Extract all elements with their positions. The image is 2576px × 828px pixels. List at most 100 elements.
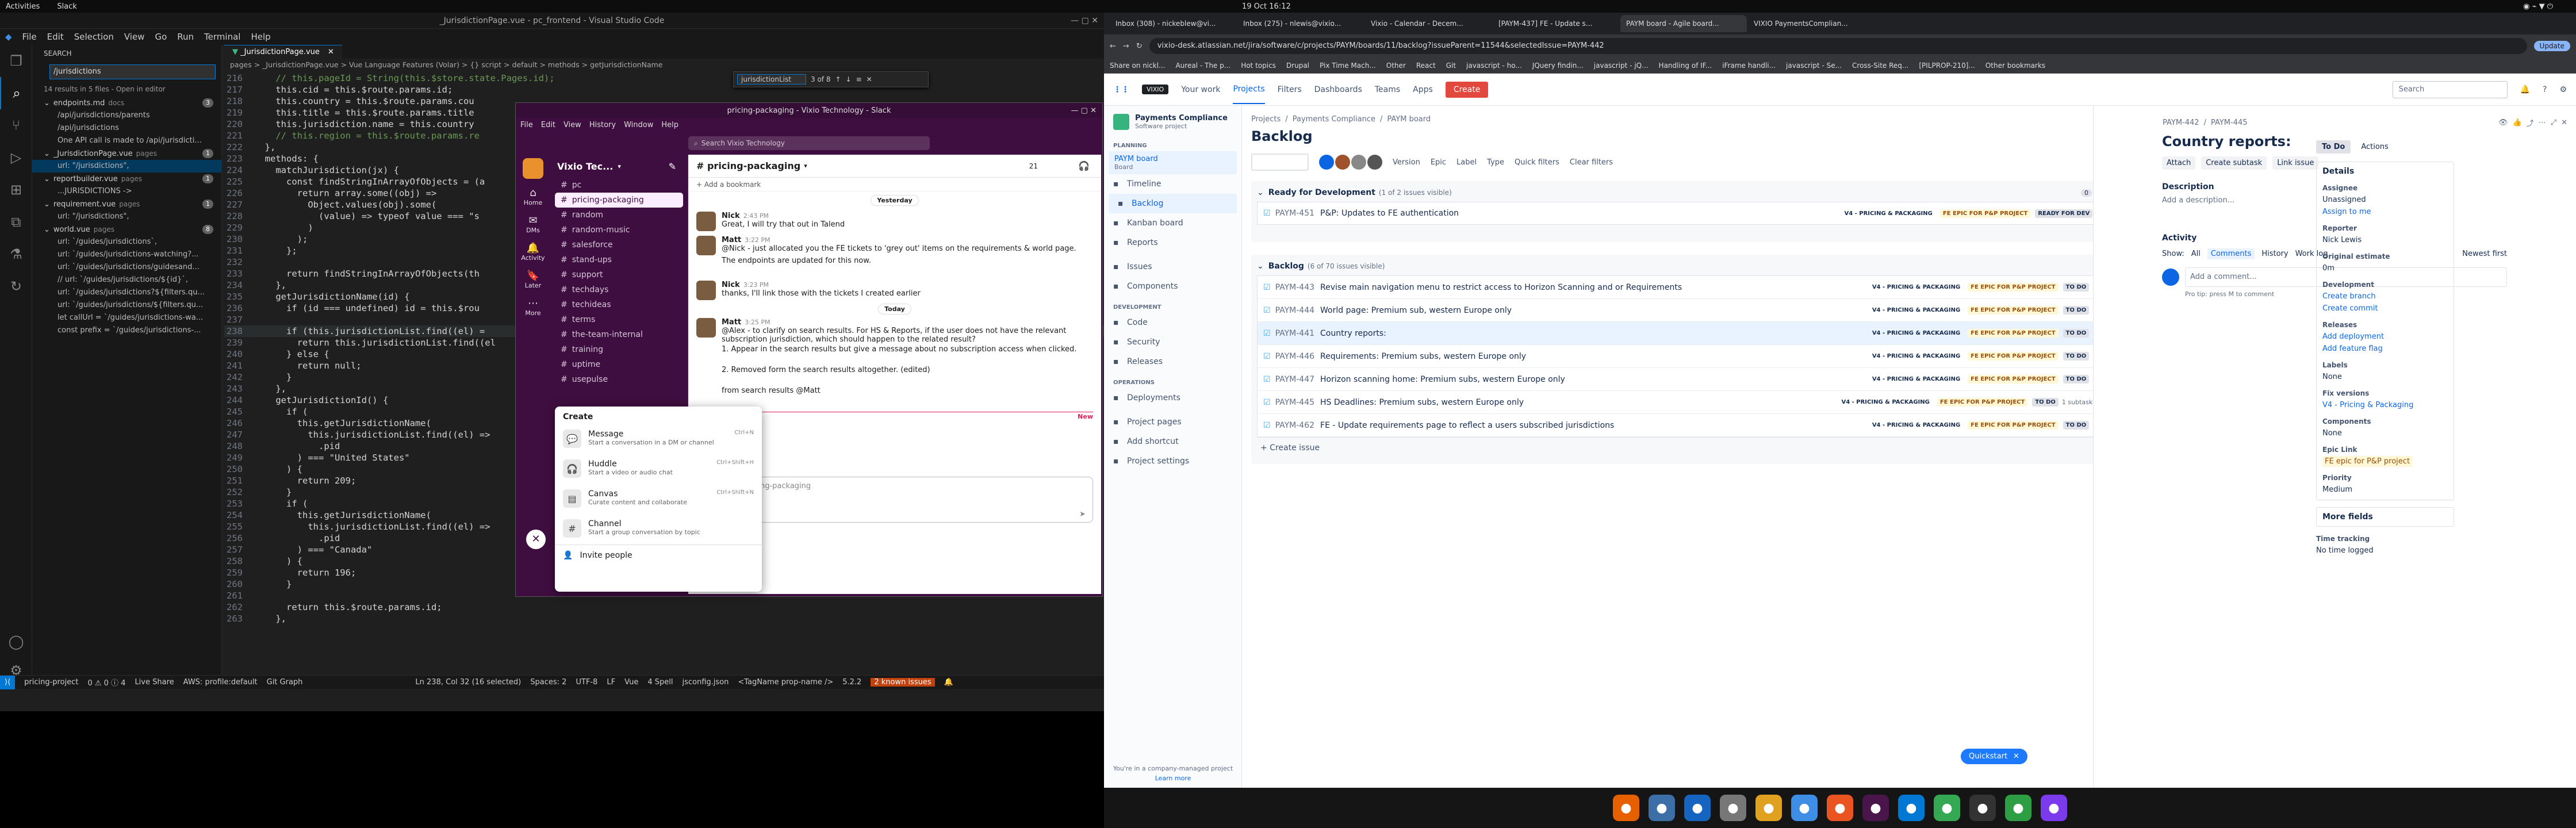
- find-close-icon[interactable]: ✕: [867, 75, 872, 83]
- menu-edit[interactable]: Edit: [42, 32, 69, 42]
- vscode-icon[interactable]: ●: [1898, 795, 1925, 821]
- bookmark-item[interactable]: Share on nickl...: [1110, 62, 1165, 70]
- issue-row[interactable]: ☑ PAYM-462 FE - Update requirements page t…: [1258, 414, 2130, 437]
- find-prev-icon[interactable]: ↑: [835, 75, 841, 83]
- bookmark-item[interactable]: Cross-Site Req...: [1852, 62, 1908, 70]
- find-next-icon[interactable]: ↓: [846, 75, 852, 83]
- browser-tab[interactable]: Inbox (308) - nickeblew@vi...: [1110, 15, 1236, 32]
- result-match[interactable]: url: "/jurisdictions",: [32, 210, 221, 223]
- bookmark-item[interactable]: Other: [1386, 62, 1406, 70]
- compose-icon[interactable]: ✎: [669, 161, 676, 172]
- backlog-search-input[interactable]: [1251, 154, 1309, 171]
- close-create-menu-icon[interactable]: ✕: [526, 530, 546, 549]
- epic-lozenge[interactable]: V4 - PRICING & PACKAGING: [1841, 209, 1935, 218]
- obsidian-icon[interactable]: ●: [2041, 795, 2067, 821]
- epic-lozenge[interactable]: FE EPIC FOR P&P PROJECT: [1968, 421, 2058, 430]
- ts-version[interactable]: 5.2.2: [842, 678, 861, 687]
- bookmark-item[interactable]: Handling of IF...: [1659, 62, 1712, 70]
- issue-key[interactable]: PAYM-447: [1275, 375, 1314, 384]
- avatar[interactable]: [696, 366, 716, 385]
- epic-lozenge[interactable]: V4 - PRICING & PACKAGING: [1869, 421, 1963, 430]
- issue-row[interactable]: ☑ PAYM-441 Country reports: V4 - PRICING & …: [1258, 322, 2130, 345]
- tab-jurisdiction-page[interactable]: ▼ _JurisdictionPage.vue ✕: [224, 45, 342, 59]
- message-time[interactable]: 3:25 PM: [745, 319, 770, 326]
- sidebar-item-backlog[interactable]: ▪ Backlog: [1109, 194, 1237, 213]
- issue-row[interactable]: ☑ PAYM-447 Horizon scanning home: Premium …: [1258, 368, 2130, 391]
- filter-quick-filters[interactable]: Quick filters: [1515, 158, 1559, 167]
- slack-menu-view[interactable]: View: [564, 121, 581, 129]
- result-file[interactable]: ⌄ reportbuilder.vue pages 1: [32, 172, 221, 185]
- channel-name[interactable]: # pricing-packaging: [696, 160, 800, 171]
- slack-window-controls[interactable]: — ▢ ✕: [1071, 106, 1097, 115]
- menu-terminal[interactable]: Terminal: [199, 32, 246, 42]
- nav-dashboards[interactable]: Dashboards: [1314, 85, 1362, 94]
- browser-tab[interactable]: Vixio - Calendar - Decem...: [1365, 15, 1492, 32]
- sidebar-item-training[interactable]: # training: [555, 342, 683, 357]
- message-time[interactable]: 3:23 PM: [743, 281, 769, 289]
- send-icon[interactable]: ➤: [1079, 510, 1086, 519]
- create-commit-link[interactable]: Create commit: [2322, 304, 2448, 313]
- workspace-avatar[interactable]: [523, 158, 543, 179]
- results-summary[interactable]: 14 results in 5 files - Open in editor: [32, 82, 221, 97]
- actions-dropdown[interactable]: Actions: [2355, 140, 2394, 154]
- epic-lozenge[interactable]: V4 - PRICING & PACKAGING: [1869, 375, 1963, 384]
- bookmark-item[interactable]: React: [1416, 62, 1436, 70]
- more-icon[interactable]: ⋯: [2539, 118, 2546, 127]
- result-file[interactable]: ⌄ requirement.vue pages 1: [32, 198, 221, 210]
- bookmark-item[interactable]: javascript - ho...: [1466, 62, 1522, 70]
- message[interactable]: Nick 3:23 PM thanks, I'll link those with …: [696, 281, 1093, 300]
- status-badge[interactable]: TO DO: [2063, 375, 2090, 384]
- result-match[interactable]: url: `/guides/jurisdictions-watching?...: [32, 248, 221, 261]
- date-divider-yesterday[interactable]: Yesterday: [871, 195, 919, 206]
- clock[interactable]: 19 Oct 16:12: [1242, 2, 1291, 11]
- issue-key[interactable]: PAYM-446: [1275, 352, 1314, 361]
- issue-row[interactable]: ☑ PAYM-446 Requirements: Premium subs, wes…: [1258, 345, 2130, 368]
- sidebar-item-project-settings[interactable]: ▪ Project settings: [1104, 451, 1241, 471]
- tag-style[interactable]: <TagName prop-name />: [738, 678, 833, 687]
- menu-view[interactable]: View: [119, 32, 150, 42]
- bookmark-item[interactable]: JQuery findin...: [1532, 62, 1584, 70]
- avatar[interactable]: [1335, 155, 1350, 170]
- notifications-icon[interactable]: 🔔: [944, 678, 953, 687]
- result-file[interactable]: ⌄ endpoints.md docs 3: [32, 97, 221, 109]
- like-icon[interactable]: 👍: [2512, 118, 2521, 127]
- result-file[interactable]: ⌄ world.vue pages 8: [32, 223, 221, 236]
- add-feature-flag-link[interactable]: Add feature flag: [2322, 344, 2448, 353]
- expand-icon[interactable]: ⤢: [2551, 118, 2556, 127]
- sidebar-item-deployments[interactable]: ▪ Deployments: [1104, 388, 1241, 408]
- filter-type[interactable]: Type: [1487, 158, 1504, 167]
- window-controls[interactable]: — ▢ ✕: [1071, 16, 1098, 25]
- filter-epic[interactable]: Epic: [1431, 158, 1446, 167]
- sidebar-item-reports[interactable]: ▪ Reports: [1104, 233, 1241, 252]
- sidebar-item-terms[interactable]: # terms: [555, 312, 683, 327]
- code-line[interactable]: 216 // this.pageId = String(this.$store.…: [224, 72, 1104, 84]
- workspace-name[interactable]: Vixio Tec... ▾ ✎: [550, 155, 688, 178]
- status-badge[interactable]: TO DO: [2063, 283, 2090, 292]
- git-graph[interactable]: Git Graph: [267, 678, 303, 687]
- files2-icon[interactable]: ●: [1720, 795, 1746, 821]
- attach-button[interactable]: Attach: [2162, 156, 2196, 170]
- terminal-icon[interactable]: ●: [1969, 795, 1996, 821]
- result-match[interactable]: /api/jurisdictions/parents: [32, 109, 221, 122]
- browser-tab[interactable]: [PAYM-437] FE - Update s...: [1493, 15, 1619, 32]
- epic-lozenge[interactable]: FE EPIC FOR P&P PROJECT: [1968, 329, 2058, 338]
- reload-icon[interactable]: ↻: [1136, 42, 1143, 51]
- activity-tab-all[interactable]: All: [2191, 250, 2201, 258]
- menu-run[interactable]: Run: [172, 32, 199, 42]
- chevron-down-icon[interactable]: ⌄: [1257, 188, 1264, 197]
- sidebar-item-security[interactable]: ▪ Security: [1104, 332, 1241, 352]
- language-mode[interactable]: Vue: [624, 678, 638, 687]
- result-match[interactable]: // url: `/guides/jurisdictions/${id}`,: [32, 274, 221, 286]
- sidebar-item-usepulse[interactable]: # usepulse: [555, 372, 683, 387]
- issue-summary[interactable]: FE - Update requirements page to reflect…: [1320, 421, 1614, 430]
- message-time[interactable]: 3:22 PM: [745, 236, 770, 244]
- status-dropdown[interactable]: To Do: [2316, 140, 2351, 154]
- create-button[interactable]: Create: [1445, 81, 1489, 98]
- message-author[interactable]: Matt: [722, 318, 741, 327]
- avatar[interactable]: [696, 345, 716, 365]
- slack-search-bar[interactable]: ⌕ Search Vixio Technology: [688, 136, 930, 150]
- nav-your-work[interactable]: Your work: [1181, 85, 1220, 94]
- remote-icon[interactable]: ⧉: [0, 206, 32, 238]
- date-divider-today[interactable]: Today: [878, 304, 911, 315]
- status-badge[interactable]: TO DO: [2063, 329, 2090, 338]
